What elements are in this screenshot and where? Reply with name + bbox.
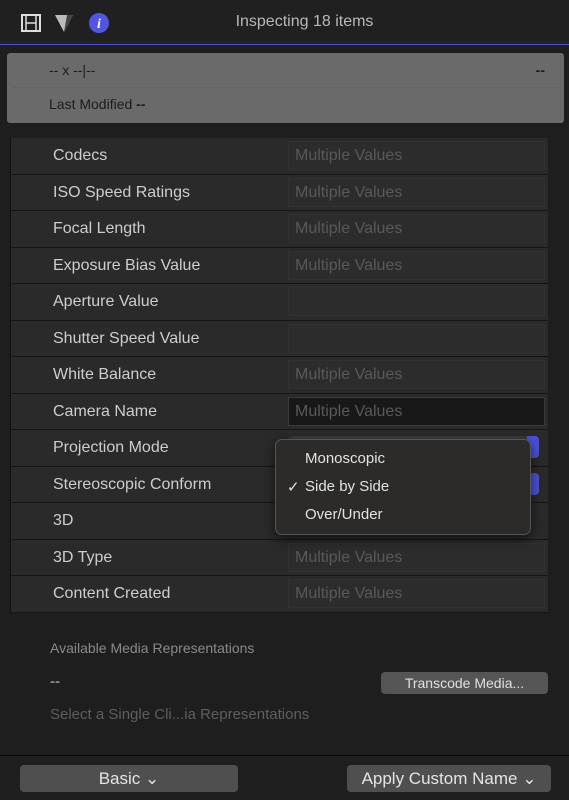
row-label: Content Created <box>53 585 171 602</box>
summary-panel: -- x --|-- -- Last Modified -- <box>7 53 564 123</box>
row-label: White Balance <box>53 366 157 383</box>
divider <box>13 87 558 88</box>
summary-right-value: -- <box>535 62 545 78</box>
chevron-down-icon: ⌄ <box>145 769 160 788</box>
row-value-field[interactable]: Multiple Values <box>288 214 545 243</box>
row-label: ISO Speed Ratings <box>53 183 190 201</box>
row-label: 3D Type <box>53 548 113 566</box>
checkmark-icon: ✓ <box>287 479 300 496</box>
metadata-row: Focal Length Multiple Values <box>11 211 548 248</box>
row-label: Aperture Value <box>53 293 159 310</box>
row-label: 3D <box>53 512 74 529</box>
inspector-title: Inspecting 18 items <box>235 13 374 30</box>
metadata-row: ISO Speed Ratings Multiple Values <box>11 174 548 211</box>
metadata-row: 3D Type Multiple Values <box>11 539 548 576</box>
metadata-row: Codecs Multiple Values <box>11 138 548 175</box>
row-value-field[interactable]: Multiple Values <box>288 360 545 389</box>
metadata-row: White Balance Multiple Values <box>11 357 548 394</box>
menu-item-monoscopic[interactable]: Monoscopic <box>305 450 385 467</box>
row-value-field[interactable] <box>288 323 545 353</box>
row-value-field[interactable]: Multiple Values <box>288 396 545 426</box>
metadata-panel: Codecs Multiple Values ISO Speed Ratings Mu… <box>10 138 548 614</box>
row-value-field[interactable]: Multiple Values <box>288 141 545 170</box>
menu-item-side-by-side[interactable]: Side by Side <box>305 478 389 495</box>
row-label: Projection Mode <box>53 439 169 456</box>
row-label: Shutter Speed Value <box>53 329 200 347</box>
row-label: Stereoscopic Conform <box>53 475 212 493</box>
last-modified: Last Modified -- <box>49 96 146 112</box>
footer: Basic ⌄ Apply Custom Name ⌄ <box>0 755 569 800</box>
row-value-field[interactable]: Multiple Values <box>288 542 545 572</box>
basic-label: Basic <box>98 769 141 788</box>
metadata-row: Exposure Bias Value Multiple Values <box>11 247 548 284</box>
row-label: Exposure Bias Value <box>53 256 201 274</box>
row-value-field[interactable]: Multiple Values <box>288 177 545 207</box>
row-label: Codecs <box>53 147 108 164</box>
menu-item-over-under[interactable]: Over/Under <box>305 506 383 523</box>
row-value-field[interactable]: Multiple Values <box>288 250 545 280</box>
projection-mode-menu: Monoscopic ✓ Side by Side Over/Under <box>275 439 531 535</box>
metadata-row: Shutter Speed Value <box>11 320 548 357</box>
last-modified-value: -- <box>136 96 146 112</box>
metadata-row: Content Created Multiple Values <box>11 576 548 613</box>
metadata-row: Aperture Value <box>11 284 548 321</box>
media-representations-label: Available Media Representations <box>50 640 255 656</box>
row-value-field[interactable]: Multiple Values <box>288 579 545 608</box>
row-value-field[interactable] <box>288 287 545 316</box>
basic-view-button[interactable]: Basic ⌄ <box>20 765 238 792</box>
apply-custom-name-label: Apply Custom Name <box>361 769 518 788</box>
media-representations-value: -- <box>50 673 60 690</box>
dimensions-text: -- x --|-- <box>49 62 96 78</box>
row-label: Focal Length <box>53 220 146 237</box>
last-modified-label: Last Modified <box>49 96 133 112</box>
chevron-down-icon: ⌄ <box>522 769 537 788</box>
apply-custom-name-button[interactable]: Apply Custom Name ⌄ <box>347 765 551 792</box>
metadata-row: Camera Name Multiple Values <box>11 393 548 430</box>
media-hint: Select a Single Cli...ia Representations <box>50 706 310 723</box>
transcode-media-button[interactable]: Transcode Media... <box>381 672 548 694</box>
row-label: Camera Name <box>53 402 158 420</box>
inspector-toolbar: i Inspecting 18 items <box>0 0 569 45</box>
